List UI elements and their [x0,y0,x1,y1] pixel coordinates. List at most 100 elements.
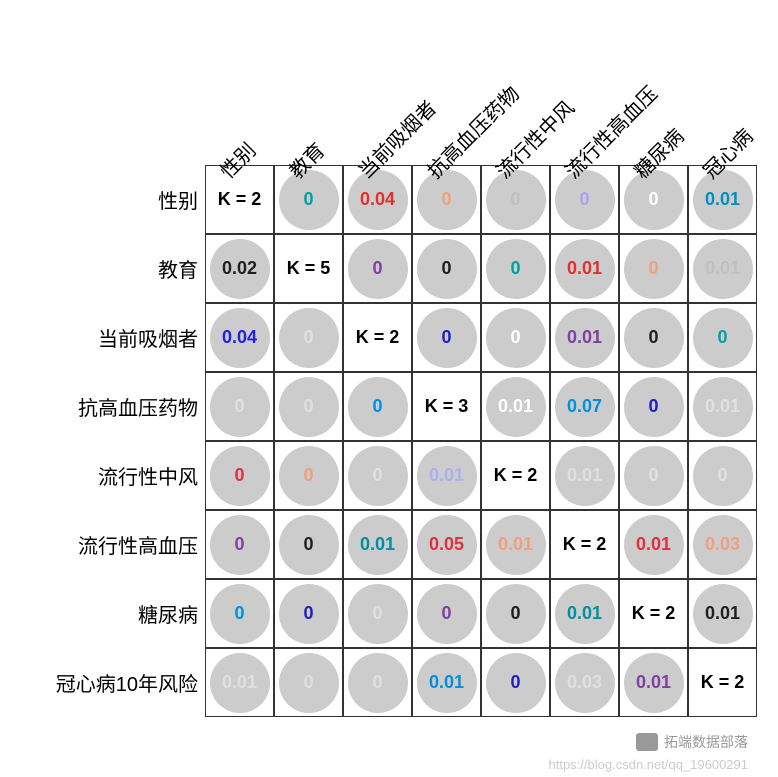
matrix-circle: 0.01 [417,446,477,506]
matrix-cell: 0.01 [619,648,688,717]
matrix-circle: 0 [486,308,546,368]
matrix-cell: 0 [274,441,343,510]
matrix-cell: 0.01 [481,372,550,441]
matrix-cell: 0 [274,510,343,579]
matrix-cell: 0 [619,372,688,441]
matrix-circle: 0 [348,446,408,506]
correlation-matrix-chart: K = 200.0400000.010.02K = 50000.0100.010… [0,0,778,777]
matrix-circle: 0.01 [555,446,615,506]
matrix-circle: 0.01 [486,515,546,575]
row-label: 流行性中风 [98,441,198,510]
row-label: 教育 [158,234,198,303]
matrix-cell: 0.01 [688,579,757,648]
matrix-cell: K = 2 [688,648,757,717]
matrix-cell: 0 [481,648,550,717]
matrix-cell: 0.02 [205,234,274,303]
matrix-circle: 0 [279,515,339,575]
matrix-circle: 0 [210,584,270,644]
matrix-cell: 0.03 [688,510,757,579]
row-label: 抗高血压药物 [78,372,198,441]
matrix-circle: 0 [348,377,408,437]
matrix-circle: 0 [348,584,408,644]
matrix-circle: 0 [348,239,408,299]
matrix-circle: 0.01 [555,584,615,644]
matrix-cell: 0 [412,303,481,372]
matrix-cell: 0.01 [619,510,688,579]
matrix-circle: 0.04 [348,170,408,230]
matrix-cell: 0.01 [550,234,619,303]
matrix-cell: K = 5 [274,234,343,303]
matrix-cell: 0 [205,441,274,510]
matrix-cell: 0.01 [412,441,481,510]
matrix-circle: 0 [624,377,684,437]
watermark-text: 拓端数据部落 [664,732,748,752]
matrix-cell: 0.01 [550,579,619,648]
matrix-circle: 0 [279,446,339,506]
matrix-cell: 0 [274,648,343,717]
matrix-circle: 0 [210,446,270,506]
matrix-circle: 0.05 [417,515,477,575]
watermark-wechat: 拓端数据部落 [636,732,748,752]
matrix-circle: 0 [693,446,753,506]
matrix-cell: 0 [343,234,412,303]
matrix-circle: 0 [486,239,546,299]
matrix-circle: 0 [348,653,408,713]
matrix-circle: 0.01 [555,308,615,368]
matrix-circle: 0.01 [624,515,684,575]
matrix-cell: 0 [619,441,688,510]
matrix-circle: 0.01 [693,584,753,644]
matrix-circle: 0 [417,584,477,644]
matrix-circle: 0 [279,170,339,230]
matrix-circle: 0 [417,308,477,368]
matrix-cell: 0 [619,303,688,372]
matrix-cell: 0 [412,234,481,303]
matrix-cell: 0 [205,372,274,441]
matrix-circle: 0.01 [348,515,408,575]
matrix-cell: 0 [688,441,757,510]
matrix-cell: 0 [205,579,274,648]
matrix-circle: 0 [417,239,477,299]
row-label: 流行性高血压 [78,510,198,579]
matrix-circle: 0 [486,584,546,644]
matrix-cell: 0.01 [343,510,412,579]
matrix-cell: 0.03 [550,648,619,717]
matrix-circle: 0 [279,377,339,437]
matrix-cell: 0 [481,579,550,648]
matrix-cell: 0.05 [412,510,481,579]
matrix-circle: 0.04 [210,308,270,368]
matrix-cell: 0.01 [688,234,757,303]
matrix-circle: 0.01 [417,653,477,713]
matrix-circle: 0 [210,377,270,437]
matrix-circle: 0 [486,170,546,230]
matrix-cell: 0.01 [688,372,757,441]
matrix-circle: 0.01 [693,377,753,437]
matrix-cell: 0 [619,234,688,303]
matrix-cell: 0 [688,303,757,372]
matrix-circle: 0 [555,170,615,230]
matrix-circle: 0.01 [210,653,270,713]
matrix-circle: 0 [210,515,270,575]
row-label: 性别 [158,165,198,234]
wechat-icon [636,733,658,751]
matrix-cell: 0 [343,648,412,717]
matrix-circle: 0 [486,653,546,713]
matrix-cell: 0 [205,510,274,579]
matrix-cell: K = 2 [481,441,550,510]
matrix-cell: K = 2 [619,579,688,648]
matrix-circle: 0.01 [624,653,684,713]
matrix-circle: 0 [693,308,753,368]
matrix-circle: 0 [624,446,684,506]
matrix-cell: 0.01 [550,303,619,372]
matrix-cell: 0 [343,579,412,648]
matrix-circle: 0.07 [555,377,615,437]
matrix-circle: 0 [279,584,339,644]
matrix-circle: 0 [417,170,477,230]
matrix-cell: 0.01 [550,441,619,510]
matrix-cell: 0 [274,303,343,372]
matrix-cell: 0.01 [412,648,481,717]
matrix-circle: 0.02 [210,239,270,299]
matrix-circle: 0.01 [693,239,753,299]
row-label: 糖尿病 [138,579,198,648]
matrix-cell: 0 [343,372,412,441]
matrix-cell: 0.01 [481,510,550,579]
